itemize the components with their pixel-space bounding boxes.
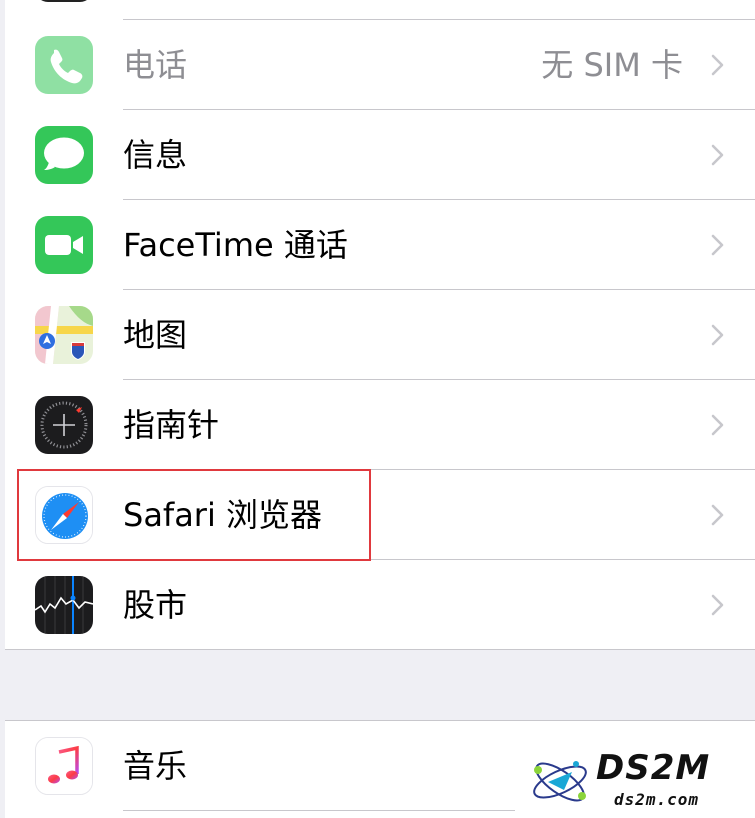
chevron-right-icon xyxy=(705,143,729,167)
row-label: 音乐 xyxy=(123,747,188,785)
row-label: 指南针 xyxy=(123,406,220,444)
separator xyxy=(123,810,515,811)
chevron-right-icon xyxy=(705,323,729,347)
row-label: 地图 xyxy=(123,316,188,354)
settings-row-phone[interactable]: 电话 无 SIM 卡 xyxy=(5,20,755,110)
maps-icon xyxy=(35,306,93,364)
chevron-right-icon xyxy=(705,593,729,617)
watermark-domain: ds2m.com xyxy=(614,790,700,809)
row-label: 电话 xyxy=(123,46,188,84)
facetime-icon xyxy=(35,216,93,274)
compass-icon xyxy=(35,396,93,454)
stocks-icon xyxy=(35,576,93,634)
watermark-logo-icon xyxy=(528,752,592,812)
chevron-right-icon xyxy=(705,53,729,77)
watermark-brand: DS2M xyxy=(596,748,711,788)
settings-row-compass[interactable]: 指南针 xyxy=(5,380,755,470)
highlight-box xyxy=(17,469,371,561)
chevron-right-icon xyxy=(705,503,729,527)
row-label: 信息 xyxy=(123,136,188,174)
section-spacer xyxy=(5,650,755,720)
music-icon xyxy=(35,737,93,795)
row-value: 无 SIM 卡 xyxy=(541,46,683,84)
phone-icon xyxy=(35,36,93,94)
settings-row-messages[interactable]: 信息 xyxy=(5,110,755,200)
chevron-right-icon xyxy=(705,233,729,257)
messages-icon xyxy=(35,126,93,184)
row-label: 股市 xyxy=(123,586,188,624)
settings-row-facetime[interactable]: FaceTime 通话 xyxy=(5,200,755,290)
row-label: FaceTime 通话 xyxy=(123,226,348,264)
watermark: DS2M ds2m.com xyxy=(528,748,750,814)
settings-row-stocks[interactable]: 股市 xyxy=(5,560,755,650)
chevron-right-icon xyxy=(705,413,729,437)
partial-app-icon xyxy=(35,0,93,2)
settings-row-maps[interactable]: 地图 xyxy=(5,290,755,380)
